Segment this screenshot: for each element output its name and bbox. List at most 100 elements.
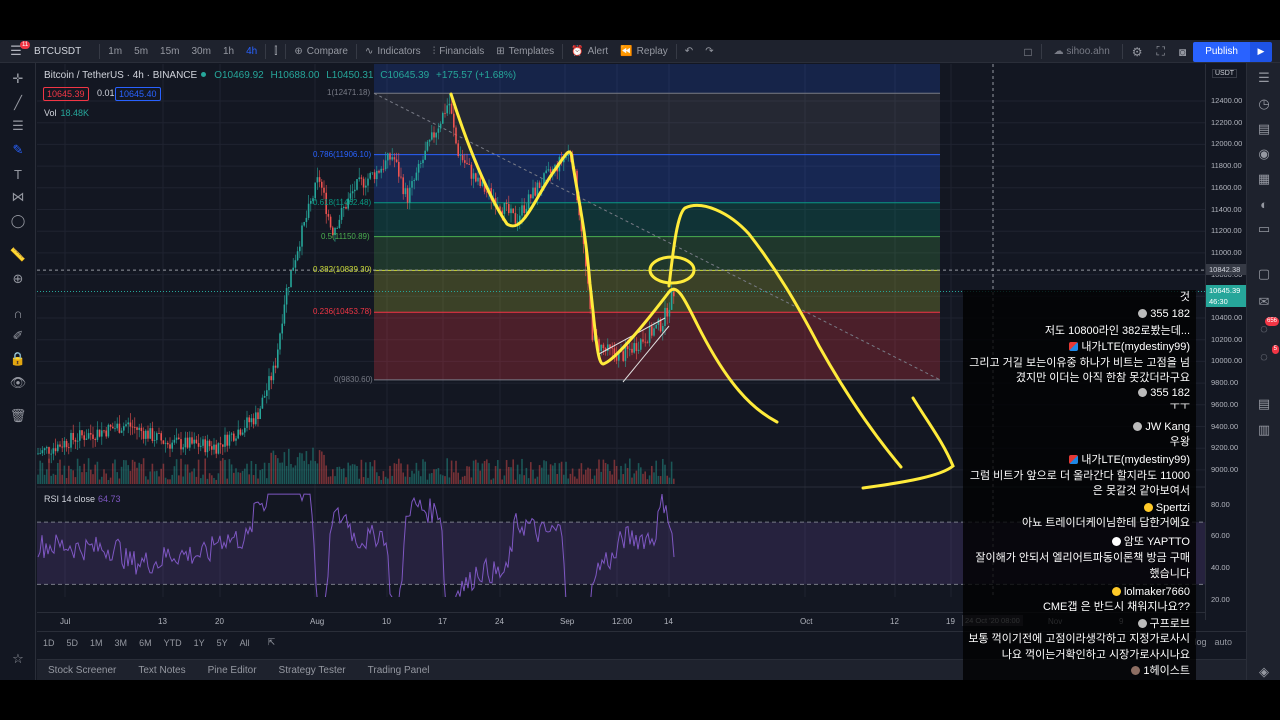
volume-bar — [571, 468, 574, 484]
range-5d[interactable]: 5D — [61, 638, 85, 648]
range-1m[interactable]: 1M — [84, 638, 109, 648]
compare-button[interactable]: ⊕ Compare — [288, 40, 354, 63]
interval-30m[interactable]: 30m — [186, 40, 217, 63]
indicators-button[interactable]: ∿ Indicators — [359, 40, 427, 63]
candle-body — [549, 169, 552, 173]
templates-button[interactable]: ⊞ Templates — [490, 40, 560, 63]
zoom-tool[interactable]: ⊕ — [0, 269, 36, 289]
fib-tool[interactable]: ☰ — [0, 116, 36, 136]
alerts-panel-button[interactable]: ◷ — [1247, 93, 1280, 115]
interval-15m[interactable]: 15m — [154, 40, 185, 63]
candle-style-button[interactable]: ⫿ — [268, 40, 283, 63]
range-1d[interactable]: 1D — [37, 638, 61, 648]
financials-button[interactable]: ⫶ Financials — [427, 40, 491, 63]
calendar-button[interactable]: ▦ — [1247, 168, 1280, 190]
brush-tool[interactable]: ✎ — [0, 140, 36, 160]
prediction-tool[interactable]: ◯ — [0, 211, 36, 231]
candle-body — [450, 103, 453, 114]
candle-body — [310, 201, 312, 204]
notifications-button[interactable]: ◌ 656 — [1247, 317, 1280, 339]
main-menu-button[interactable]: ☰ 11 — [0, 40, 32, 63]
stay-drawing-tool[interactable]: ✐ — [0, 326, 36, 346]
data-window-button[interactable]: ▤ — [1247, 118, 1280, 140]
sell-button[interactable]: 10645.39 — [43, 87, 89, 101]
ruler-tool[interactable]: 📏 — [0, 245, 36, 265]
interval-5m[interactable]: 5m — [128, 40, 154, 63]
volume-bar — [538, 465, 541, 484]
interval-4h[interactable]: 4h — [240, 40, 263, 63]
crosshair-tool[interactable]: ✛ — [0, 69, 36, 89]
chat-badge-icon — [1111, 537, 1121, 546]
dom-button[interactable]: ▥ — [1247, 419, 1280, 441]
lock-drawings-tool[interactable]: 🔒 — [0, 349, 36, 369]
range-3m[interactable]: 3M — [109, 638, 134, 648]
candle-body — [444, 112, 446, 114]
volume-bar — [494, 466, 497, 484]
chats-button[interactable]: ▢ — [1247, 263, 1280, 285]
candle-body — [329, 216, 332, 228]
symbol-search[interactable]: BTCUSDT — [32, 46, 97, 57]
layout-button[interactable]: □ — [1017, 45, 1038, 59]
publish-stream-button[interactable]: ▶ — [1250, 41, 1272, 62]
tab-text-notes[interactable]: Text Notes — [127, 665, 196, 676]
text-tool[interactable]: T — [0, 164, 36, 184]
messages-button[interactable]: ✉ — [1247, 291, 1280, 313]
layout-name[interactable]: ☁ sihoo.ahn — [1044, 46, 1120, 57]
favorites-tool[interactable]: ☆ — [0, 649, 36, 669]
volume-bar — [400, 463, 402, 484]
volume-bar — [545, 461, 547, 484]
goto-date-button[interactable]: ⇱ — [256, 637, 288, 648]
streams-button[interactable]: ▭ — [1247, 218, 1280, 240]
auto-toggle[interactable]: auto — [1214, 637, 1232, 647]
private-chat-button[interactable]: ◌ 5 — [1247, 345, 1280, 367]
range-all[interactable]: All — [234, 638, 256, 648]
volume-bar — [488, 463, 490, 484]
log-toggle[interactable]: log — [1194, 637, 1214, 647]
range-5y[interactable]: 5Y — [211, 638, 234, 648]
magnet-tool[interactable]: ∩ — [0, 303, 36, 323]
range-6m[interactable]: 6M — [133, 638, 158, 648]
redo-button[interactable]: ↷ — [699, 40, 719, 63]
volume-bar — [653, 472, 655, 484]
chat-badge-icon — [1111, 587, 1121, 596]
candle-body — [147, 430, 149, 439]
range-ytd[interactable]: YTD — [158, 638, 188, 648]
volume-bar — [512, 459, 514, 484]
volume-bar — [668, 477, 671, 484]
undo-button[interactable]: ↶ — [679, 40, 699, 63]
volume-bar — [428, 473, 431, 484]
candle-body — [57, 444, 59, 452]
order-panel-button[interactable]: ▤ — [1247, 393, 1280, 415]
publish-button[interactable]: Publish — [1193, 41, 1250, 62]
tab-trading-panel[interactable]: Trading Panel — [357, 665, 441, 676]
alert-button[interactable]: ⏰ Alert — [565, 40, 614, 63]
divider — [1121, 44, 1123, 59]
settings-button[interactable]: ⚙ — [1125, 45, 1150, 59]
range-1y[interactable]: 1Y — [188, 638, 211, 648]
volume-label: Vol — [44, 108, 57, 118]
snapshot-button[interactable]: ◙ — [1172, 45, 1193, 59]
tab-strategy-tester[interactable]: Strategy Tester — [268, 665, 357, 676]
chat-text: 잘이해가 안되서 엘리어트파동이론책 방금 구매 — [975, 552, 1190, 564]
tab-stock-screener[interactable]: Stock Screener — [37, 665, 127, 676]
pattern-tool[interactable]: ⋈ — [0, 187, 36, 207]
remove-drawings-tool[interactable]: 🗑 — [0, 406, 36, 426]
layers-icon: ◈ — [1259, 664, 1269, 679]
trend-line-tool[interactable]: ╱ — [0, 93, 36, 113]
interval-1m[interactable]: 1m — [102, 40, 128, 63]
watchlist-button[interactable]: ☰ — [1247, 67, 1280, 89]
chat-message: 잘이해가 안되서 엘리어트파동이론책 방금 구매 — [975, 552, 1190, 565]
hide-drawings-tool[interactable]: 👁 — [0, 373, 36, 393]
price-axis[interactable]: USDT 12400.00 12200.00 12000.00 11800.00 116… — [1205, 64, 1246, 620]
fullscreen-button[interactable]: ⛶ — [1150, 44, 1172, 59]
tab-pine-editor[interactable]: Pine Editor — [197, 665, 268, 676]
replay-button[interactable]: ⏪ Replay — [614, 40, 674, 63]
candle-body — [248, 417, 250, 423]
buy-button[interactable]: 10645.40 — [115, 87, 161, 101]
layers-button[interactable]: ◈ — [1247, 661, 1280, 680]
interval-1h[interactable]: 1h — [217, 40, 240, 63]
ideas-button[interactable]: ◐ — [1247, 193, 1280, 215]
hotlists-button[interactable]: ◉ — [1247, 143, 1280, 165]
currency-label[interactable]: USDT — [1212, 69, 1238, 78]
divider — [285, 43, 287, 59]
